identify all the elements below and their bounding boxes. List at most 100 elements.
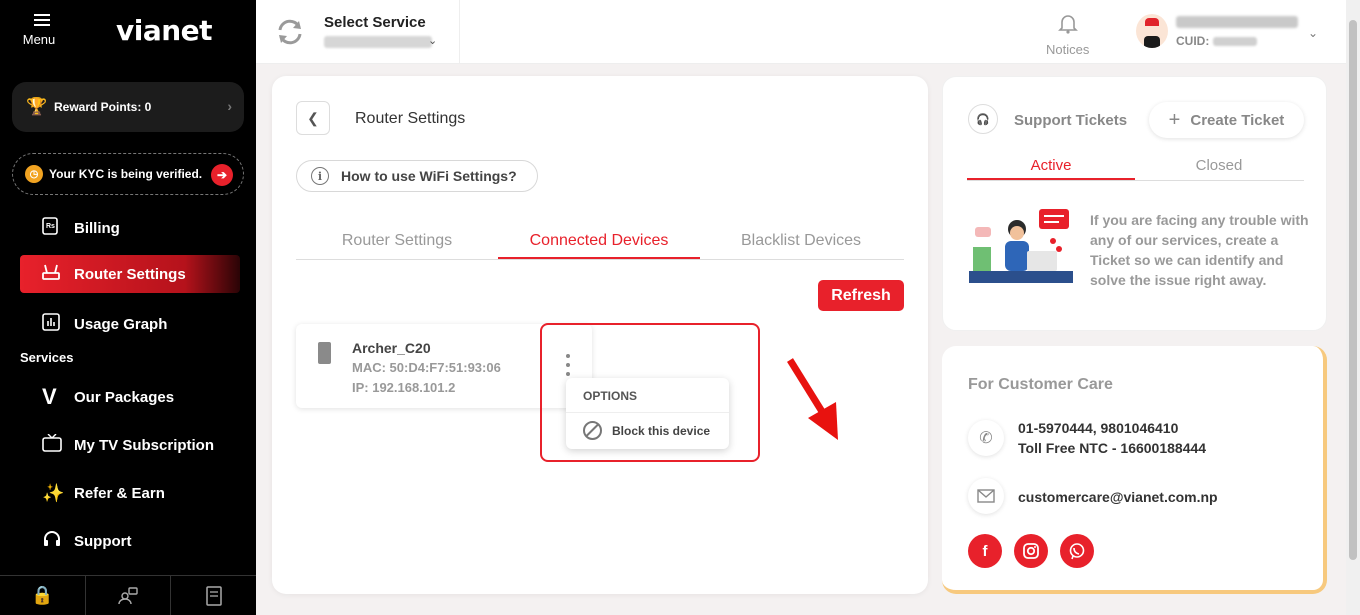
sidebar-item-billing[interactable]: Rs Billing	[20, 209, 240, 247]
page-scrollbar[interactable]	[1346, 0, 1360, 615]
viber-icon[interactable]	[1060, 534, 1094, 568]
support-message: If you are facing any trouble with any o…	[1090, 212, 1309, 288]
arrow-right-icon[interactable]: ➔	[211, 164, 233, 186]
scrollbar-thumb[interactable]	[1349, 20, 1357, 560]
cuid-value	[1213, 37, 1258, 47]
notices-label: Notices	[1046, 42, 1090, 57]
kyc-label: Your KYC is being verified.	[49, 167, 203, 181]
sparkle-icon: ✨	[42, 482, 65, 503]
menu-button[interactable]: Menu	[22, 14, 62, 47]
headset-icon: 🎧	[968, 104, 998, 134]
sidebar: Menu vianet 🏆 Reward Points: 0 › ◷ Your …	[0, 0, 256, 615]
phone-icon: ✆	[968, 420, 1004, 456]
document-icon[interactable]	[171, 576, 256, 615]
sidebar-item-router-settings[interactable]: Router Settings	[20, 255, 240, 293]
phone-icon	[318, 342, 331, 364]
create-ticket-button[interactable]: + Create Ticket	[1149, 102, 1304, 138]
users-icon[interactable]	[86, 576, 172, 615]
block-device-label: Block this device	[612, 423, 711, 438]
menu-label: Menu	[22, 32, 56, 47]
sidebar-item-label: Billing	[74, 219, 120, 237]
sidebar-item-label: My TV Subscription	[74, 436, 215, 454]
router-icon	[20, 263, 74, 286]
avatar	[1136, 14, 1168, 48]
chevron-left-icon: ❮	[307, 109, 319, 126]
plus-icon: +	[1168, 108, 1181, 131]
tv-icon	[20, 433, 74, 457]
clock-icon: ◷	[25, 165, 43, 183]
lock-shield-icon[interactable]: 🔒	[0, 576, 86, 615]
reward-points-label: Reward Points: 0	[54, 100, 152, 114]
tab-connected-devices[interactable]: Connected Devices	[498, 226, 700, 259]
sidebar-item-label: Usage Graph	[74, 315, 168, 333]
trophy-icon: 🏆	[26, 97, 48, 116]
block-icon	[583, 421, 602, 440]
device-name: Archer_C20	[352, 340, 431, 356]
options-menu: OPTIONS Block this device	[566, 378, 729, 449]
sidebar-item-label: Support	[74, 532, 132, 550]
toll-free-number[interactable]: Toll Free NTC - 16600188444	[1018, 440, 1206, 456]
tab-blacklist-devices[interactable]: Blacklist Devices	[700, 226, 902, 259]
support-email[interactable]: customercare@vianet.com.np	[1018, 489, 1218, 505]
notices-button[interactable]: Notices	[1046, 12, 1089, 57]
vianet-v-icon: V	[42, 384, 57, 409]
headset-icon	[20, 529, 74, 554]
support-tickets-title: Support Tickets	[1014, 112, 1128, 129]
sidebar-bottom-bar: 🔒	[0, 575, 256, 615]
page-title: Router Settings	[355, 110, 466, 127]
divider	[566, 412, 729, 413]
sidebar-item-usage-graph[interactable]: Usage Graph	[20, 305, 240, 343]
receipt-icon: Rs	[20, 216, 74, 240]
user-name	[1176, 16, 1298, 28]
phone-numbers[interactable]: 01-5970444, 9801046410	[1018, 420, 1178, 436]
kyc-banner[interactable]: ◷ Your KYC is being verified. ➔	[12, 153, 244, 195]
services-section-label: Services	[20, 350, 74, 365]
sidebar-item-our-packages[interactable]: V Our Packages	[20, 378, 240, 416]
sidebar-item-label: Router Settings	[74, 265, 186, 283]
hamburger-icon	[34, 14, 50, 26]
tab-router-settings[interactable]: Router Settings	[296, 226, 498, 259]
tab-active[interactable]: Active	[967, 157, 1135, 180]
vianet-logo[interactable]: vianet	[116, 14, 213, 47]
wifi-help-label: How to use WiFi Settings?	[341, 168, 517, 184]
sync-icon[interactable]	[274, 16, 306, 48]
create-ticket-label: Create Ticket	[1190, 111, 1285, 129]
selected-service-value[interactable]	[324, 36, 432, 48]
sidebar-item-my-tv-subscription[interactable]: My TV Subscription	[20, 426, 240, 464]
sidebar-item-label: Refer & Earn	[74, 484, 165, 502]
wifi-help-button[interactable]: i How to use WiFi Settings?	[296, 160, 538, 192]
support-illustration	[969, 209, 1073, 283]
device-ip: IP: 192.168.101.2	[352, 380, 456, 395]
bell-icon	[1046, 12, 1089, 40]
router-tabs: Router Settings Connected Devices Blackl…	[296, 226, 904, 260]
ticket-tabs: Active Closed	[967, 157, 1304, 181]
back-button[interactable]: ❮	[296, 101, 330, 135]
chevron-down-icon[interactable]: ⌄	[1308, 26, 1318, 40]
options-header: OPTIONS	[583, 389, 638, 403]
device-mac: MAC: 50:D4:F7:51:93:06	[352, 360, 501, 375]
chevron-down-icon[interactable]: ⌄	[428, 34, 437, 47]
sidebar-item-refer-earn[interactable]: ✨ Refer & Earn	[20, 474, 240, 512]
refresh-button[interactable]: Refresh	[818, 280, 904, 311]
cuid: CUID:	[1176, 34, 1258, 48]
tab-closed[interactable]: Closed	[1135, 157, 1303, 180]
router-settings-card: ❮ Router Settings i How to use WiFi Sett…	[272, 76, 928, 594]
select-service-label[interactable]: Select Service	[324, 14, 426, 31]
block-device-option[interactable]: Block this device	[583, 421, 710, 440]
chart-icon	[20, 312, 74, 336]
top-header: Select Service ⌄ Notices CUID: ⌄	[256, 0, 1360, 64]
user-profile[interactable]: CUID: ⌄	[1136, 12, 1326, 52]
sidebar-item-label: Our Packages	[74, 388, 175, 406]
cuid-label: CUID:	[1176, 34, 1210, 48]
customer-care-title: For Customer Care	[968, 376, 1113, 393]
customer-care-card: For Customer Care ✆ 01-5970444, 98010464…	[942, 346, 1327, 594]
support-tickets-card: 🎧 Support Tickets + Create Ticket Active…	[942, 76, 1327, 331]
chevron-right-icon: ›	[227, 98, 232, 114]
info-icon: i	[311, 167, 329, 185]
facebook-icon[interactable]: f	[968, 534, 1002, 568]
instagram-icon[interactable]	[1014, 534, 1048, 568]
svg-text:Rs: Rs	[46, 223, 55, 230]
sidebar-item-support[interactable]: Support	[20, 522, 240, 560]
reward-points[interactable]: 🏆 Reward Points: 0 ›	[12, 82, 244, 132]
mail-icon	[968, 478, 1004, 514]
